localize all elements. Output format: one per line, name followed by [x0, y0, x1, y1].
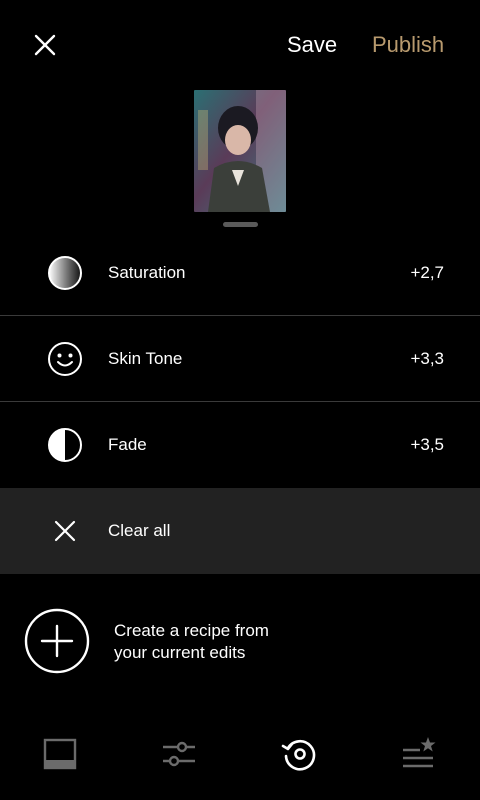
adjustment-value: +3,5 [410, 435, 444, 454]
saturation-icon [48, 256, 82, 290]
bottom-navigation [0, 720, 480, 800]
close-icon [34, 34, 56, 56]
save-button[interactable]: Save [287, 32, 337, 58]
adjustment-label: Saturation [108, 263, 186, 282]
history-icon [281, 739, 316, 771]
close-icon [54, 520, 76, 542]
photo-thumbnail[interactable] [194, 90, 286, 212]
image-icon [43, 738, 77, 770]
adjustment-label: Fade [108, 435, 147, 454]
nav-image-tab[interactable] [40, 734, 80, 774]
adjustment-value: +2,7 [410, 263, 444, 282]
nav-adjust-tab[interactable] [159, 734, 199, 774]
close-button[interactable] [30, 30, 60, 60]
nav-recipes-tab[interactable] [398, 734, 438, 774]
nav-history-tab[interactable] [280, 734, 320, 774]
clear-all-button[interactable]: Clear all [0, 488, 480, 574]
recipes-icon [403, 737, 436, 768]
publish-button[interactable]: Publish [372, 32, 444, 58]
adjustment-row-fade[interactable]: Fade +3,5 [0, 402, 480, 488]
adjustment-value: +3,3 [410, 349, 444, 368]
top-bar: Save Publish [0, 0, 480, 90]
sliders-icon [163, 741, 195, 767]
adjustment-row-skin-tone[interactable]: Skin Tone +3,3 [0, 316, 480, 402]
adjustment-row-saturation[interactable]: Saturation +2,7 [0, 230, 480, 316]
create-recipe-line-1: Create a recipe from [114, 621, 269, 640]
plus-circle-icon [24, 608, 90, 674]
create-recipe-button[interactable]: Create a recipe from your current edits [0, 600, 480, 690]
fade-icon [48, 428, 82, 462]
clear-all-label: Clear all [108, 521, 171, 540]
skin-tone-icon [48, 342, 82, 376]
create-recipe-text: Create a recipe from your current edits [114, 620, 354, 664]
sheet-drag-handle[interactable] [223, 222, 258, 227]
create-recipe-line-2: your current edits [114, 643, 246, 662]
adjustment-label: Skin Tone [108, 349, 183, 368]
adjustments-list: Saturation +2,7 Skin Tone +3,3 Fade +3,5 [0, 230, 480, 488]
